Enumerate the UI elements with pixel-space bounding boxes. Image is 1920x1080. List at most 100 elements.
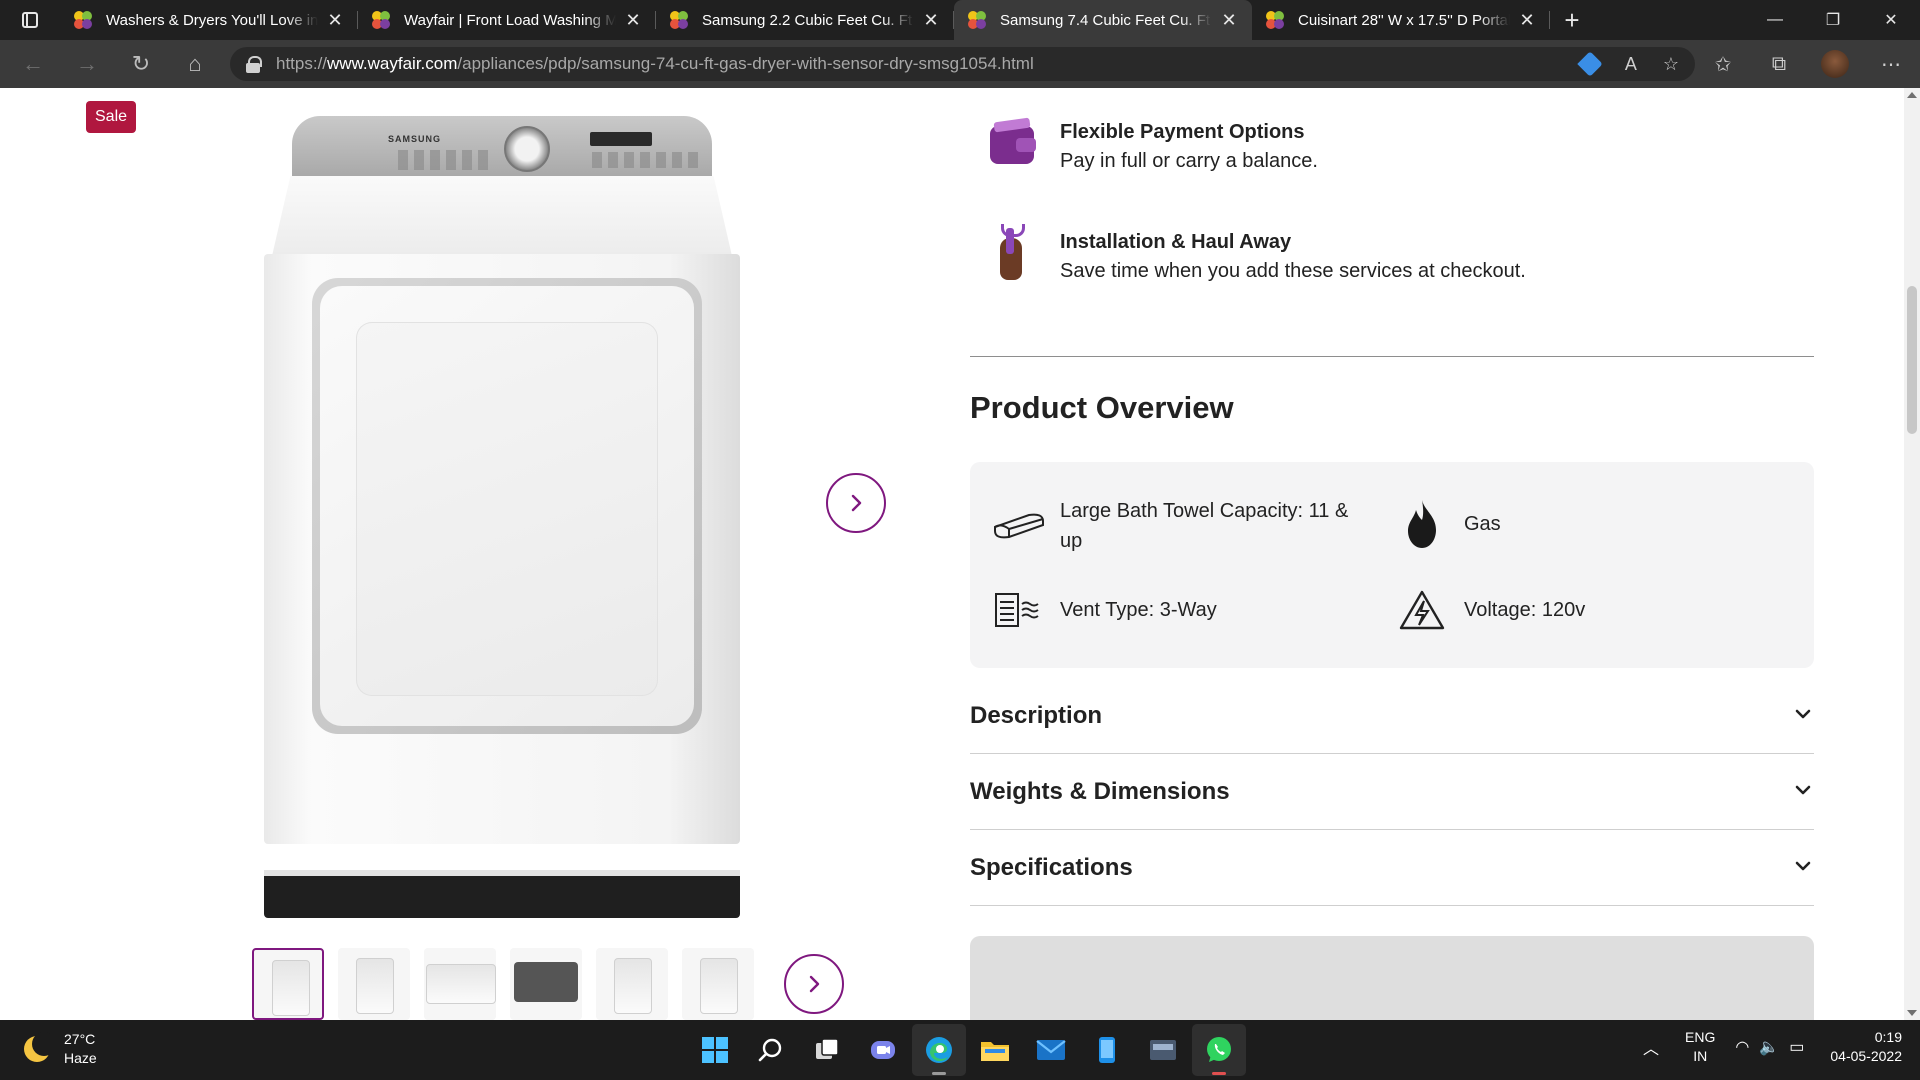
new-tab-button[interactable]: + bbox=[1550, 0, 1594, 40]
address-bar[interactable]: https://www.wayfair.com/appliances/pdp/s… bbox=[230, 47, 1695, 81]
refresh-icon[interactable]: ↻ bbox=[114, 40, 168, 88]
profile-avatar[interactable] bbox=[1807, 40, 1863, 88]
more-menu-icon[interactable]: ⋯ bbox=[1863, 40, 1919, 88]
file-explorer-button[interactable] bbox=[968, 1024, 1022, 1076]
thumbnail[interactable] bbox=[510, 948, 582, 1020]
language-indicator[interactable]: ENG IN bbox=[1685, 1028, 1715, 1066]
restore-icon[interactable]: ❐ bbox=[1804, 0, 1862, 40]
task-view-button[interactable] bbox=[800, 1024, 854, 1076]
feature-title: Installation & Haul Away bbox=[1060, 231, 1292, 253]
tab-close-icon[interactable]: ✕ bbox=[622, 9, 644, 31]
chevron-down-icon bbox=[1792, 779, 1814, 806]
accordion-title: Description bbox=[970, 702, 1103, 729]
shopping-tag-icon[interactable] bbox=[1577, 51, 1603, 77]
browser-tab[interactable]: Cuisinart 28'' W x 17.5'' D Portable ✕ bbox=[1252, 0, 1550, 40]
collections-icon[interactable]: ⧉ bbox=[1751, 40, 1807, 88]
thumbnail[interactable] bbox=[596, 948, 668, 1020]
close-window-icon[interactable]: ✕ bbox=[1862, 0, 1920, 40]
browser-tab[interactable]: Washers & Dryers You'll Love in 2022 ✕ bbox=[60, 0, 358, 40]
dryer-door bbox=[312, 278, 702, 734]
home-icon[interactable]: ⌂ bbox=[168, 40, 222, 88]
feature-desc: Pay in full or carry a balance. bbox=[1060, 150, 1318, 172]
tab-actions-icon[interactable] bbox=[0, 0, 60, 40]
wayfair-favicon-icon bbox=[1266, 11, 1284, 29]
edge-taskbar-button[interactable] bbox=[912, 1024, 966, 1076]
minimize-icon[interactable]: — bbox=[1746, 0, 1804, 40]
overview-item: Large Bath Towel Capacity: 11 & up bbox=[990, 496, 1380, 556]
moon-icon bbox=[24, 1032, 56, 1062]
favorites-icon[interactable]: ✩ bbox=[1695, 40, 1751, 88]
vent-icon bbox=[990, 582, 1046, 638]
product-page: Sale SAMSUNG Flexible Payment Options Pa… bbox=[0, 88, 1920, 1020]
search-taskbar-button[interactable] bbox=[744, 1024, 798, 1076]
forward-icon[interactable]: → bbox=[60, 40, 114, 88]
whatsapp-taskbar-button[interactable] bbox=[1192, 1024, 1246, 1076]
tab-close-icon[interactable]: ✕ bbox=[920, 9, 942, 31]
search-icon bbox=[758, 1038, 782, 1062]
browser-tab[interactable]: Samsung 2.2 Cubic Feet Cu. Ft. High ✕ bbox=[656, 0, 954, 40]
system-tray: ︿ ENG IN ◠ 🔈 ▭ 0:19 04-05-2022 bbox=[1643, 1028, 1902, 1066]
thumbnail[interactable] bbox=[424, 948, 496, 1020]
dial-knob bbox=[504, 126, 550, 172]
tab-title: Cuisinart 28'' W x 17.5'' D Portable bbox=[1298, 11, 1510, 29]
overview-item: Voltage: 120v bbox=[1394, 582, 1585, 638]
folder-icon bbox=[981, 1042, 1009, 1061]
start-button[interactable] bbox=[688, 1024, 742, 1076]
lock-icon[interactable] bbox=[246, 56, 262, 73]
browser-tab-active[interactable]: Samsung 7.4 Cubic Feet Cu. Ft. Gas ✕ bbox=[954, 0, 1252, 40]
volume-icon[interactable]: 🔈 bbox=[1759, 1037, 1779, 1057]
overview-item: Gas bbox=[1394, 496, 1501, 552]
tab-close-icon[interactable]: ✕ bbox=[1218, 9, 1240, 31]
product-main-image[interactable]: SAMSUNG bbox=[262, 116, 742, 918]
chevron-up-icon[interactable]: ︿ bbox=[1643, 1035, 1659, 1059]
battery-icon[interactable]: ▭ bbox=[1789, 1037, 1804, 1057]
accordion-specifications[interactable]: Specifications bbox=[970, 830, 1814, 906]
sale-badge: Sale bbox=[86, 101, 137, 133]
scroll-up-icon[interactable] bbox=[1907, 92, 1917, 98]
accordion-description[interactable]: Description bbox=[970, 678, 1814, 754]
scroll-down-icon[interactable] bbox=[1907, 1010, 1917, 1016]
towel-icon bbox=[990, 498, 1046, 554]
feature-payment: Flexible Payment Options Pay in full or … bbox=[988, 118, 1318, 176]
phone-icon bbox=[1099, 1037, 1115, 1063]
tab-title: Samsung 2.2 Cubic Feet Cu. Ft. High bbox=[702, 11, 914, 29]
page-scrollbar[interactable] bbox=[1904, 88, 1920, 1020]
feature-title: Flexible Payment Options bbox=[1060, 121, 1305, 143]
voltage-icon bbox=[1394, 582, 1450, 638]
mail-icon bbox=[1036, 1040, 1066, 1060]
next-thumbnails-button[interactable] bbox=[784, 954, 844, 1014]
clock[interactable]: 0:19 04-05-2022 bbox=[1830, 1028, 1902, 1066]
url-text[interactable]: https://www.wayfair.com/appliances/pdp/s… bbox=[276, 54, 1034, 74]
phone-link-button[interactable] bbox=[1080, 1024, 1134, 1076]
back-icon[interactable]: ← bbox=[6, 40, 60, 88]
accordion-weights-dimensions[interactable]: Weights & Dimensions bbox=[970, 754, 1814, 830]
time: 0:19 bbox=[1874, 1029, 1902, 1045]
read-aloud-icon[interactable]: A bbox=[1625, 54, 1637, 75]
mail-button[interactable] bbox=[1024, 1024, 1078, 1076]
teams-chat-button[interactable] bbox=[856, 1024, 910, 1076]
thumbnail[interactable] bbox=[682, 948, 754, 1020]
app-window-icon bbox=[1150, 1040, 1176, 1060]
chevron-right-icon bbox=[809, 975, 820, 993]
overview-box: Large Bath Towel Capacity: 11 & up Gas V… bbox=[970, 462, 1814, 668]
thumbnail[interactable] bbox=[252, 948, 324, 1020]
chevron-right-icon bbox=[851, 494, 862, 512]
add-favorite-icon[interactable]: ☆ bbox=[1663, 54, 1679, 75]
tab-title: Washers & Dryers You'll Love in 2022 bbox=[106, 11, 318, 29]
tab-close-icon[interactable]: ✕ bbox=[324, 9, 346, 31]
product-overview-title: Product Overview bbox=[970, 390, 1234, 425]
wifi-icon[interactable]: ◠ bbox=[1735, 1037, 1749, 1057]
chevron-down-icon bbox=[1792, 855, 1814, 882]
tab-close-icon[interactable]: ✕ bbox=[1516, 9, 1538, 31]
overview-label: Large Bath Towel Capacity: 11 & up bbox=[1060, 500, 1349, 552]
next-image-button[interactable] bbox=[826, 473, 886, 533]
overview-item: Vent Type: 3-Way bbox=[990, 582, 1217, 638]
weather-widget[interactable]: 27°C Haze bbox=[24, 1030, 97, 1068]
feature-installation: Installation & Haul Away Save time when … bbox=[988, 224, 1526, 286]
app-taskbar-button[interactable] bbox=[1136, 1024, 1190, 1076]
scrollbar-thumb[interactable] bbox=[1907, 286, 1917, 434]
windows-logo-icon bbox=[702, 1037, 728, 1063]
browser-tab[interactable]: Wayfair | Front Load Washing Machines ✕ bbox=[358, 0, 656, 40]
wayfair-favicon-icon bbox=[74, 11, 92, 29]
thumbnail[interactable] bbox=[338, 948, 410, 1020]
